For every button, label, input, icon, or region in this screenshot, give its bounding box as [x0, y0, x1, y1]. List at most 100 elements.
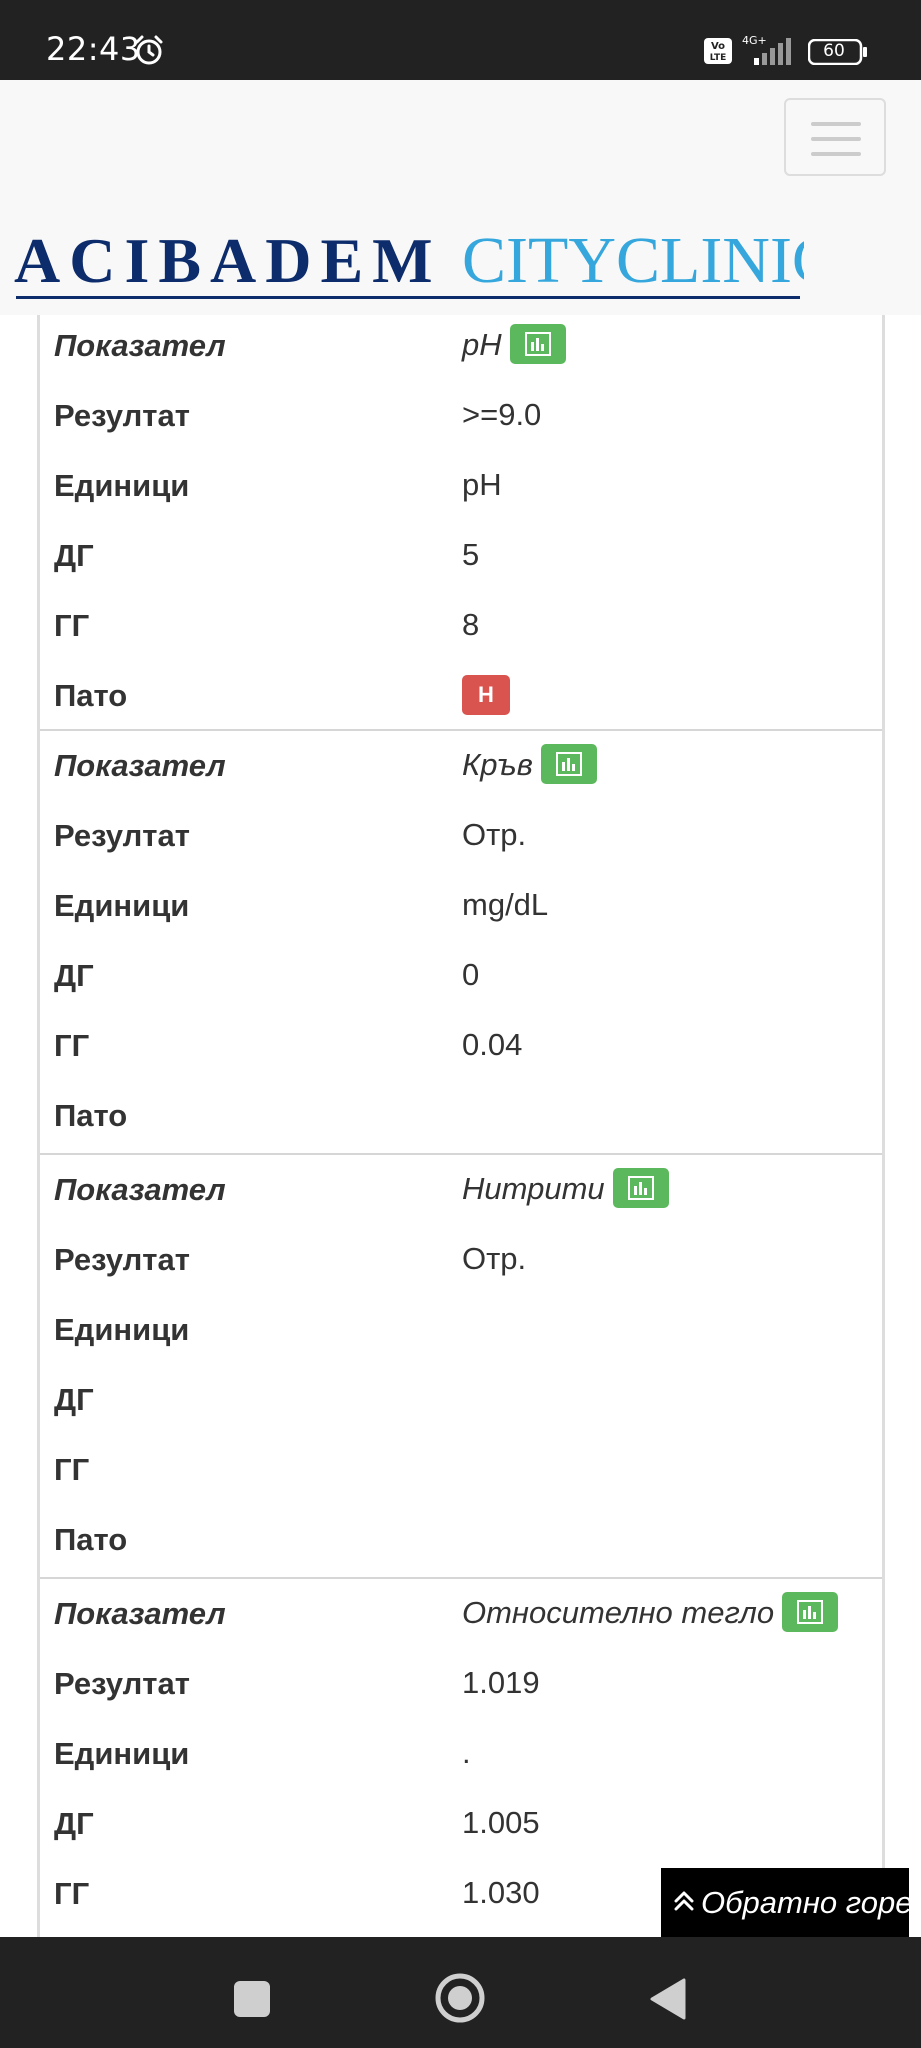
indicator-row: Показател Кръв	[40, 731, 882, 801]
dg-row: ДГ 0	[40, 941, 882, 1011]
gg-value: 0.04	[462, 1027, 523, 1062]
gg-row: ГГ 8	[40, 591, 882, 661]
pato-row: Пато	[40, 1505, 882, 1575]
back-button[interactable]	[648, 1977, 688, 2026]
result-row: Резултат 1.019	[40, 1649, 882, 1719]
double-chevron-up-icon	[673, 1868, 695, 1937]
bar-chart-icon	[797, 1599, 824, 1624]
chart-button[interactable]	[509, 323, 566, 364]
units-label: Единици	[54, 1736, 190, 1771]
dg-label: ДГ	[54, 538, 94, 573]
pato-label: Пато	[54, 678, 128, 713]
indicator-value: Нитрити	[462, 1155, 669, 1225]
units-value: mg/dL	[462, 887, 549, 922]
gg-label: ГГ	[54, 608, 90, 643]
units-row: Единици pH	[40, 451, 882, 521]
dg-row: ДГ	[40, 1365, 882, 1435]
pato-label: Пато	[54, 1522, 128, 1557]
back-to-top-label: Обратно горе	[701, 1885, 913, 1920]
chart-button[interactable]	[540, 743, 597, 784]
indicator-row: Показател Относително тегло	[40, 1579, 882, 1649]
svg-text:LTE: LTE	[710, 53, 727, 63]
system-nav-bar	[0, 1937, 921, 2048]
units-row: Единици	[40, 1295, 882, 1365]
logo-secondary-text: CITYCLINIC	[462, 224, 804, 297]
chart-button[interactable]	[782, 1591, 839, 1632]
gg-value: 1.030	[462, 1875, 540, 1910]
gg-row: ГГ	[40, 1435, 882, 1505]
units-row: Единици .	[40, 1719, 882, 1789]
result-value: 1.019	[462, 1665, 540, 1700]
status-bar: 22:43 Vo LTE 4G+ 60	[0, 0, 921, 80]
dg-value: 1.005	[462, 1805, 540, 1840]
units-label: Единици	[54, 888, 190, 923]
pato-row: Пато Н	[40, 661, 882, 731]
result-value: Отр.	[462, 1241, 527, 1276]
back-triangle-icon	[650, 1978, 686, 2020]
indicator-label: Показател	[54, 1172, 226, 1207]
result-label: Резултат	[54, 818, 190, 853]
battery-icon: 60	[807, 38, 868, 70]
indicator-label: Показател	[54, 328, 226, 363]
acibadem-cityclinic-logo[interactable]: ACIBADEM CITYCLINIC	[14, 210, 836, 315]
gg-row: ГГ 0.04	[40, 1011, 882, 1081]
bar-chart-icon	[627, 1175, 654, 1200]
bar-chart-icon	[524, 331, 551, 356]
dg-row: ДГ 5	[40, 521, 882, 591]
indicator-name: Относително тегло	[462, 1595, 775, 1630]
gg-value: 8	[462, 607, 480, 642]
indicator-name: Нитрити	[462, 1171, 605, 1206]
bar-chart-icon	[555, 751, 582, 776]
gg-label: ГГ	[54, 1028, 90, 1063]
indicator-label: Показател	[54, 748, 226, 783]
volte-icon: Vo LTE	[704, 38, 732, 69]
result-label: Резултат	[54, 1242, 190, 1277]
result-label: Резултат	[54, 398, 190, 433]
result-row: Резултат >=9.0	[40, 381, 882, 451]
home-button[interactable]	[434, 1972, 486, 2029]
units-value: pH	[462, 467, 502, 502]
back-to-top-button[interactable]: Обратно горе	[661, 1868, 913, 1937]
alarm-icon	[132, 33, 166, 72]
logo-primary-text: ACIBADEM	[14, 225, 442, 296]
result-record-ph: Показател pH Резултат >=9.0 Единици pH Д…	[40, 315, 882, 731]
results-table: Показател pH Резултат >=9.0 Единици pH Д…	[37, 315, 885, 1937]
hamburger-icon-bar	[811, 152, 861, 156]
hamburger-icon-bar	[811, 137, 861, 141]
site-header: ACIBADEM CITYCLINIC	[0, 80, 921, 315]
pato-value: Н	[462, 661, 510, 731]
dg-label: ДГ	[54, 1806, 94, 1841]
result-record-nitrites: Показател Нитрити Резултат Отр. Единици …	[40, 1155, 882, 1579]
indicator-value: Кръв	[462, 731, 597, 801]
result-row: Резултат Отр.	[40, 1225, 882, 1295]
units-label: Единици	[54, 1312, 190, 1347]
hamburger-menu-button[interactable]	[784, 98, 886, 176]
pato-label: Пато	[54, 1098, 128, 1133]
units-value: .	[462, 1735, 471, 1770]
indicator-label: Показател	[54, 1596, 226, 1631]
dg-value: 5	[462, 537, 480, 572]
chart-button[interactable]	[612, 1167, 669, 1208]
dg-value: 0	[462, 957, 480, 992]
result-label: Резултат	[54, 1666, 190, 1701]
indicator-row: Показател pH	[40, 315, 882, 381]
indicator-value: pH	[462, 315, 566, 381]
units-row: Единици mg/dL	[40, 871, 882, 941]
recent-apps-button[interactable]	[234, 1981, 270, 2017]
battery-level: 60	[823, 41, 845, 61]
indicator-name: Кръв	[462, 747, 533, 782]
units-label: Единици	[54, 468, 190, 503]
dg-label: ДГ	[54, 1382, 94, 1417]
result-record-blood: Показател Кръв Резултат Отр. Единици mg/…	[40, 731, 882, 1155]
result-row: Резултат Отр.	[40, 801, 882, 871]
gg-label: ГГ	[54, 1452, 90, 1487]
dg-label: ДГ	[54, 958, 94, 993]
result-value: >=9.0	[462, 397, 542, 432]
result-value: Отр.	[462, 817, 527, 852]
pato-badge: Н	[462, 674, 510, 715]
home-icon	[435, 1973, 485, 2023]
dg-row: ДГ 1.005	[40, 1789, 882, 1859]
svg-text:Vo: Vo	[711, 41, 725, 52]
indicator-name: pH	[462, 327, 502, 362]
gg-label: ГГ	[54, 1876, 90, 1911]
